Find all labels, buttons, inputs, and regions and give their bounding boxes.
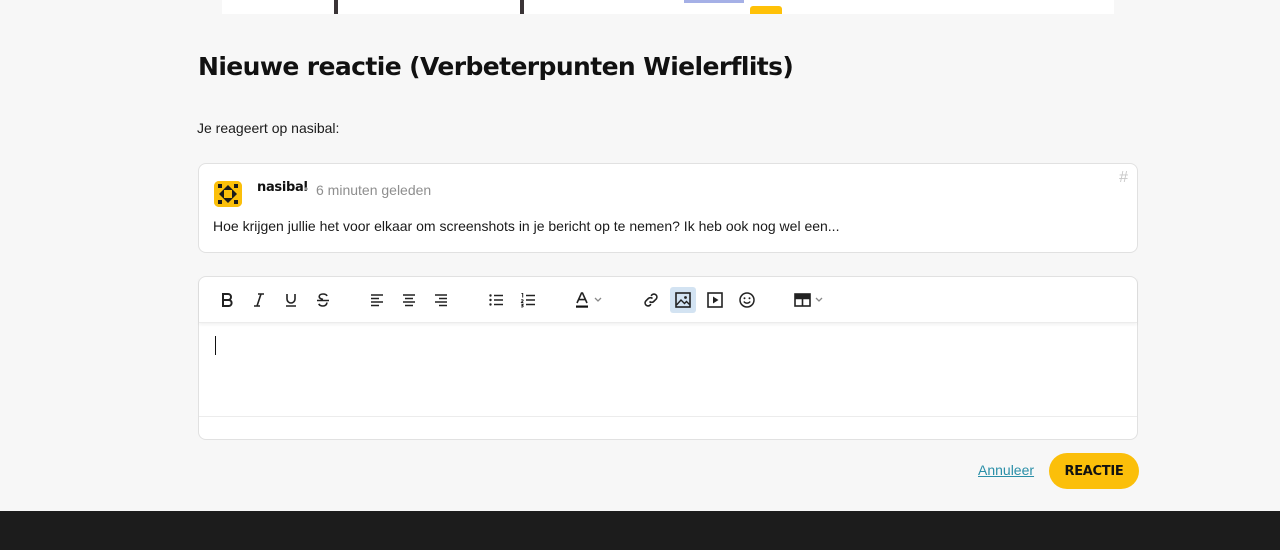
- italic-button[interactable]: [246, 287, 272, 313]
- phone-tabs-decoration: [684, 0, 744, 3]
- align-right-icon: [435, 294, 447, 307]
- align-left-icon: [371, 294, 383, 307]
- strikethrough-button[interactable]: [310, 287, 336, 313]
- emoji-icon: [739, 292, 755, 308]
- comment-editor[interactable]: [198, 276, 1138, 440]
- permalink-hash-icon[interactable]: #: [1119, 169, 1128, 187]
- underline-button[interactable]: [278, 287, 304, 313]
- image-button[interactable]: [670, 287, 696, 313]
- avatar-logo-icon: [214, 181, 242, 207]
- reply-label: Je reageert op nasibal:: [197, 120, 340, 136]
- video-icon: [707, 292, 723, 308]
- meta-separator: •: [304, 182, 309, 196]
- text-cursor: [215, 336, 216, 355]
- editor-footer: [199, 416, 1137, 439]
- submit-reaction-button[interactable]: REACTIE: [1049, 453, 1139, 489]
- table-icon: [794, 293, 823, 307]
- comment-author[interactable]: nasibal: [257, 180, 308, 195]
- numbered-list-icon: [520, 293, 535, 308]
- quoted-comment: nasibal • 6 minuten geleden # Hoe krijge…: [198, 163, 1138, 253]
- bullet-list-icon: [489, 294, 503, 306]
- align-center-icon: [403, 294, 415, 307]
- bold-button[interactable]: [214, 287, 240, 313]
- comment-timestamp: 6 minuten geleden: [316, 182, 432, 198]
- italic-icon: [254, 293, 264, 307]
- phone-more-button: [750, 6, 782, 14]
- underline-icon: [286, 294, 296, 307]
- video-button[interactable]: [702, 287, 728, 313]
- link-icon: [644, 293, 658, 307]
- image-icon: [675, 292, 691, 308]
- text-color-icon: [576, 292, 602, 308]
- numbered-list-button[interactable]: [515, 287, 541, 313]
- bullet-list-button[interactable]: [483, 287, 509, 313]
- avatar[interactable]: [214, 181, 242, 207]
- align-left-button[interactable]: [364, 287, 390, 313]
- text-color-button[interactable]: [569, 287, 609, 313]
- emoji-button[interactable]: [734, 287, 760, 313]
- editor-toolbar: [199, 277, 1137, 323]
- phone-screenshot-preview: [334, 0, 782, 14]
- page-title: Nieuwe reactie (Verbeterpunten Wielerfli…: [198, 52, 794, 81]
- strikethrough-icon: [317, 293, 329, 307]
- align-center-button[interactable]: [396, 287, 422, 313]
- table-button[interactable]: [789, 287, 829, 313]
- bold-icon: [222, 293, 233, 307]
- page-footer: [0, 511, 1280, 550]
- align-right-button[interactable]: [428, 287, 454, 313]
- link-button[interactable]: [638, 287, 664, 313]
- comment-text: Hoe krijgen jullie het voor elkaar om sc…: [213, 218, 840, 234]
- cancel-link[interactable]: Annuleer: [978, 462, 1034, 478]
